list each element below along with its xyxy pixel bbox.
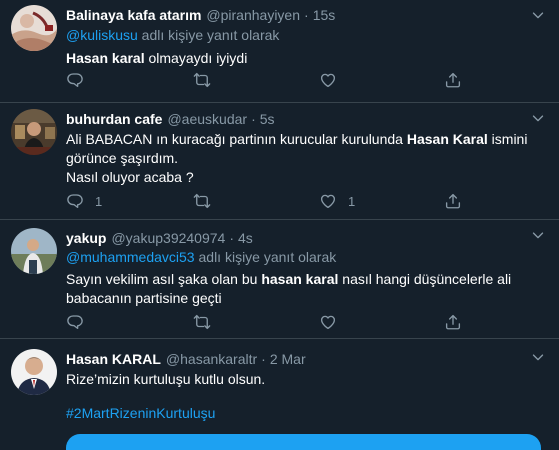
text-segment: Nasıl oluyor acaba ? bbox=[66, 169, 194, 185]
media-card[interactable] bbox=[66, 434, 541, 450]
reply-icon bbox=[66, 192, 84, 210]
avatar[interactable] bbox=[11, 5, 57, 51]
reply-button[interactable] bbox=[66, 70, 84, 90]
text-segment: görünce şaşırdım. bbox=[66, 150, 179, 166]
chevron-down-icon[interactable] bbox=[529, 6, 547, 24]
like-button[interactable]: 1 bbox=[319, 191, 355, 211]
user-handle[interactable]: @aeuskudar bbox=[167, 109, 247, 129]
avatar[interactable] bbox=[11, 349, 57, 395]
retweet-icon bbox=[193, 71, 211, 89]
avatar[interactable] bbox=[11, 228, 57, 274]
highlighted-term: hasan karal bbox=[261, 271, 339, 287]
user-handle[interactable]: @hasankaraltr bbox=[166, 349, 257, 369]
like-button[interactable] bbox=[319, 70, 337, 90]
highlighted-term: Hasan karal bbox=[66, 50, 145, 66]
timestamp[interactable]: 15s bbox=[313, 5, 336, 25]
replying-to: @kuliskusu adlı kişiye yanıt olarak bbox=[66, 26, 547, 45]
share-button[interactable] bbox=[444, 312, 462, 332]
separator-dot: · bbox=[261, 351, 266, 367]
reply-suffix: adlı kişiye yanıt olarak bbox=[194, 249, 337, 265]
retweet-icon bbox=[193, 313, 211, 331]
share-icon bbox=[444, 71, 462, 89]
text-segment: babacanın partisine geçti bbox=[66, 290, 222, 306]
text-segment: Ali BABACAN ın kuracağı partinın kurucul… bbox=[66, 131, 407, 147]
like-icon bbox=[319, 192, 337, 210]
reply-button[interactable] bbox=[66, 312, 84, 332]
text-segment: nasıl hangi düşüncelerle ali bbox=[338, 271, 512, 287]
reply-icon bbox=[66, 313, 84, 331]
like-icon bbox=[319, 71, 337, 89]
timestamp[interactable]: 2 Mar bbox=[270, 349, 306, 369]
display-name[interactable]: yakup bbox=[66, 228, 106, 248]
separator-dot: · bbox=[229, 230, 234, 246]
user-handle[interactable]: @piranhayiyen bbox=[206, 5, 300, 25]
tweet-text: Rize’mizin kurtuluşu kutlu olsun. bbox=[66, 371, 266, 387]
like-button[interactable] bbox=[319, 312, 337, 332]
tweet-text: Ali BABACAN ın kuracağı partinın kurucul… bbox=[66, 130, 547, 187]
display-name[interactable]: Hasan KARAL bbox=[66, 349, 161, 369]
user-handle[interactable]: @yakup39240974 bbox=[111, 228, 225, 248]
text-segment: Sayın vekilim asıl şaka olan bu bbox=[66, 271, 262, 287]
replying-to: @muhammedavci53 adlı kişiye yanıt olarak bbox=[66, 248, 547, 267]
retweet-button[interactable] bbox=[193, 312, 211, 332]
separator-dot: · bbox=[304, 7, 309, 23]
separator-dot: · bbox=[251, 111, 256, 127]
avatar[interactable] bbox=[11, 109, 57, 155]
reply-icon bbox=[66, 71, 84, 89]
reply-mention-link[interactable]: @muhammedavci53 bbox=[66, 249, 195, 265]
tweet-text-rest: olmayaydı iyiydi bbox=[144, 50, 248, 66]
tweet-3[interactable]: yakup @yakup39240974 · 4s @muhammedavci5… bbox=[0, 220, 559, 339]
share-button[interactable] bbox=[444, 191, 462, 211]
reply-button[interactable]: 1 bbox=[66, 191, 102, 211]
chevron-down-icon[interactable] bbox=[529, 109, 547, 127]
share-button[interactable] bbox=[444, 70, 462, 90]
tweet-2[interactable]: buhurdan cafe @aeuskudar · 5s Ali BABACA… bbox=[0, 103, 559, 220]
reply-suffix: adlı kişiye yanıt olarak bbox=[137, 27, 280, 43]
like-icon bbox=[319, 313, 337, 331]
retweet-button[interactable] bbox=[193, 70, 211, 90]
display-name[interactable]: Balinaya kafa atarım bbox=[66, 5, 201, 25]
like-count: 1 bbox=[348, 193, 356, 209]
highlighted-term: Hasan Karal bbox=[406, 131, 488, 147]
text-segment: ismini bbox=[487, 131, 528, 147]
retweet-icon bbox=[193, 192, 211, 210]
reply-mention-link[interactable]: @kuliskusu bbox=[66, 27, 138, 43]
tweet-text: Sayın vekilim asıl şaka olan bu hasan ka… bbox=[66, 270, 547, 308]
chevron-down-icon[interactable] bbox=[529, 226, 547, 244]
share-icon bbox=[444, 192, 462, 210]
tweet-text: Hasan karal olmayaydı iyiydi bbox=[66, 49, 547, 68]
reply-count: 1 bbox=[95, 193, 103, 209]
share-icon bbox=[444, 313, 462, 331]
hashtag-link[interactable]: #2MartRizeninKurtuluşu bbox=[66, 404, 547, 423]
retweet-button[interactable] bbox=[193, 191, 211, 211]
tweet-1[interactable]: Balinaya kafa atarım @piranhayiyen · 15s… bbox=[0, 0, 559, 103]
display-name[interactable]: buhurdan cafe bbox=[66, 109, 162, 129]
timestamp[interactable]: 5s bbox=[260, 109, 275, 129]
timestamp[interactable]: 4s bbox=[238, 228, 253, 248]
chevron-down-icon[interactable] bbox=[529, 348, 547, 366]
